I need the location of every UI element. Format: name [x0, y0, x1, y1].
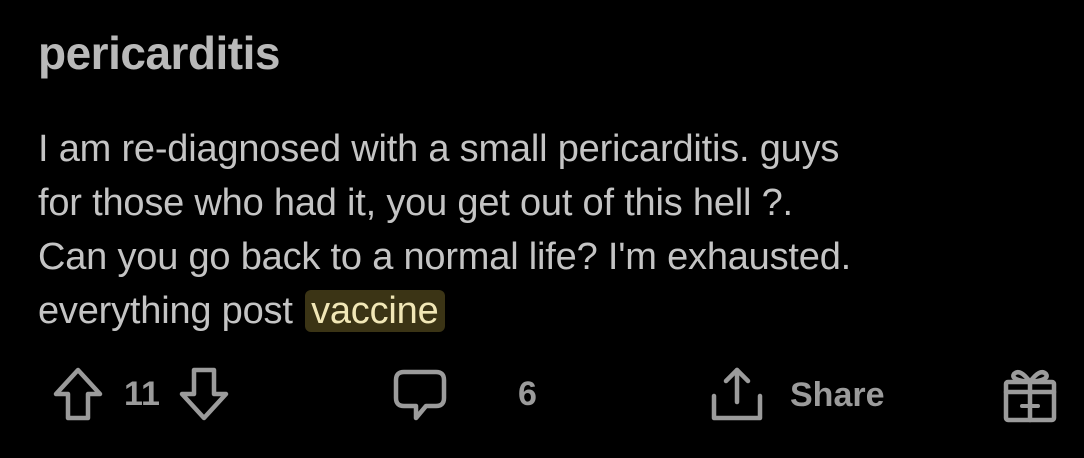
post-title[interactable]: pericarditis	[38, 22, 1058, 84]
post-body-line: Can you go back to a normal life? I'm ex…	[38, 236, 852, 278]
share-label: Share	[790, 375, 885, 414]
arrow-down-icon[interactable]	[178, 366, 230, 422]
post-body-line: I am re-diagnosed with a small pericardi…	[38, 128, 840, 170]
comment-count: 6	[518, 374, 537, 413]
arrow-up-icon[interactable]	[52, 366, 104, 422]
search-highlight: vaccine	[305, 290, 445, 332]
comments-button[interactable]: 6	[392, 366, 537, 422]
gift-award-icon	[1002, 364, 1058, 424]
post-body-text: everything post	[38, 290, 293, 332]
share-upload-icon	[708, 366, 766, 424]
post-action-bar: 11 6 Share	[0, 362, 1084, 432]
vote-group: 11	[52, 366, 230, 422]
award-button[interactable]	[1002, 364, 1058, 424]
post-body: I am re-diagnosed with a small pericardi…	[38, 122, 1058, 338]
vote-count: 11	[124, 374, 160, 413]
post-body-line: for those who had it, you get out of thi…	[38, 182, 793, 224]
post-card: pericarditis I am re-diagnosed with a sm…	[38, 22, 1058, 338]
share-button[interactable]: Share	[708, 366, 885, 424]
post-body-line-last: everything post vaccine	[38, 284, 1058, 338]
speech-bubble-icon	[392, 366, 448, 422]
